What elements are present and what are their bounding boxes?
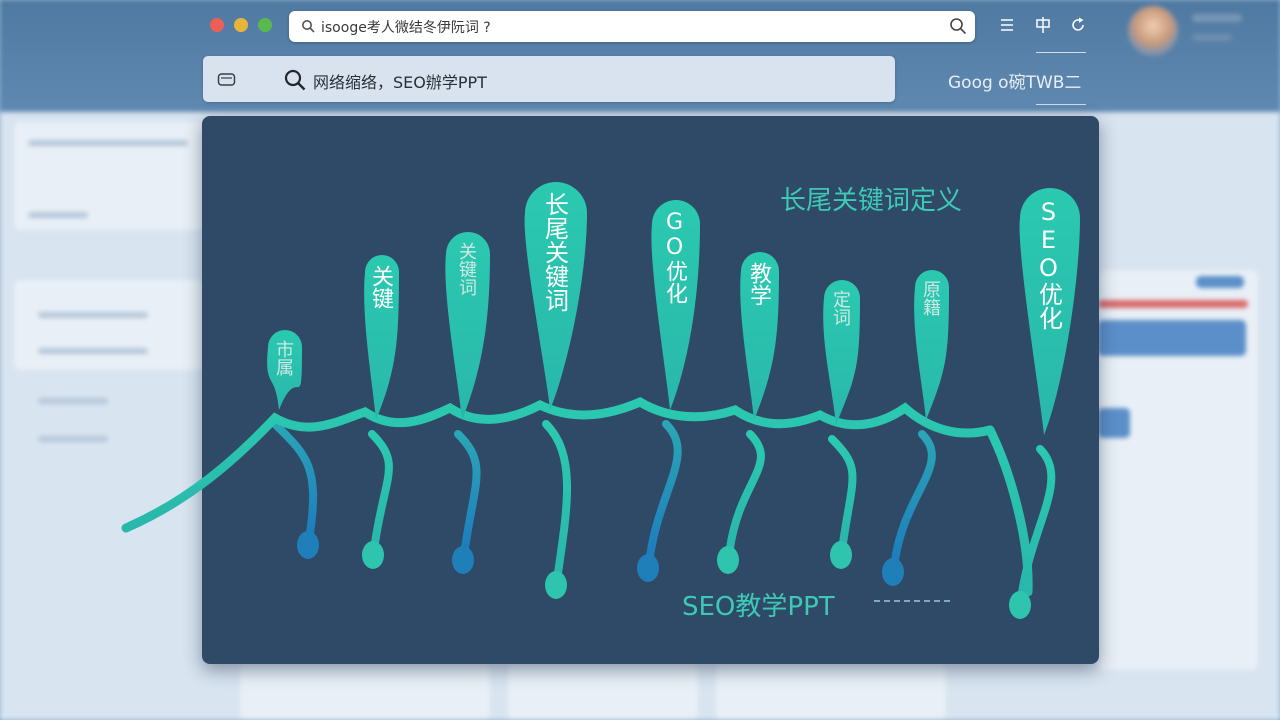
leaf-label: SEO优化	[1034, 198, 1063, 330]
keyword-tree-graphic	[121, 182, 1080, 619]
branch-drop	[545, 571, 567, 599]
lower-branch	[891, 430, 936, 564]
lower-branch	[368, 430, 393, 547]
leaf-label: 关键	[368, 265, 393, 309]
leaf-label: 长尾关键词	[540, 192, 569, 312]
leaf-label: 教学	[746, 262, 771, 306]
lower-branch	[726, 430, 765, 552]
slide-title: 长尾关键词定义	[780, 186, 963, 216]
dotted-line	[874, 600, 950, 602]
leaf-label: GO优化	[662, 210, 687, 304]
slide-subtitle: SEO教学PPT	[682, 592, 835, 622]
lower-branch	[454, 430, 481, 552]
leaf-label: 原籍	[920, 280, 941, 316]
leaf-label: 市属	[273, 340, 294, 376]
leaf-label: 定词	[830, 290, 851, 326]
lower-branch	[271, 420, 317, 537]
tree-spine	[121, 396, 995, 533]
branch-drop	[297, 531, 319, 559]
branch-drop	[882, 558, 904, 586]
branch-drop	[1009, 591, 1031, 619]
leaf-label: 关键词	[456, 242, 477, 296]
branch-drop	[830, 541, 852, 569]
lower-branch	[646, 420, 682, 560]
branch-drop	[452, 546, 474, 574]
branch-drop	[362, 541, 384, 569]
branch-drop	[637, 554, 659, 582]
lower-branch	[542, 420, 572, 577]
lower-branch	[828, 435, 857, 547]
lower-branch	[985, 425, 1033, 597]
branch-drop	[717, 546, 739, 574]
